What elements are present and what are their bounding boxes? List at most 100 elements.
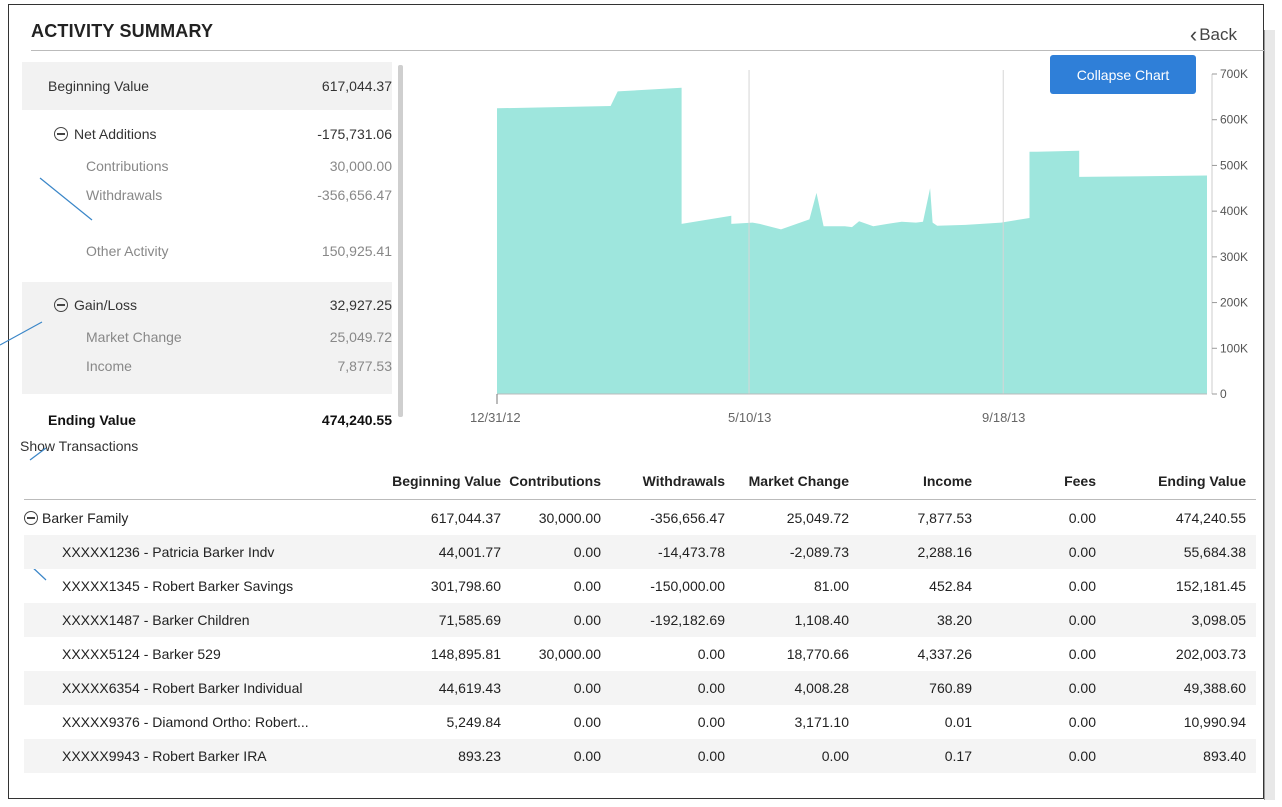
table-cell: 474,240.55	[1175, 510, 1246, 526]
account-name: XXXXX5124 - Barker 529	[62, 646, 221, 662]
table-cell: 0.00	[573, 578, 601, 594]
account-name: XXXXX9376 - Diamond Ortho: Robert...	[62, 714, 309, 730]
table-cell: -2,089.73	[789, 544, 849, 560]
account-name-text: XXXXX9376 - Diamond Ortho: Robert...	[62, 714, 309, 730]
table-cell: 10,990.94	[1183, 714, 1246, 730]
table-cell: 152,181.45	[1175, 578, 1246, 594]
table-cell: 4,337.26	[917, 646, 973, 662]
account-name-text: Barker Family	[42, 510, 129, 526]
table-group-row[interactable]: Barker Family 617,044.37 30,000.00 -356,656…	[24, 501, 1256, 535]
table-cell: 30,000.00	[538, 646, 601, 662]
header-beginning-value: Beginning Value	[392, 473, 501, 489]
table-cell: -14,473.78	[658, 544, 725, 560]
table-cell: 148,895.81	[430, 646, 501, 662]
table-cell: 0.00	[573, 748, 601, 764]
y-tick-label: 0	[1220, 387, 1227, 401]
table-cell: 0.00	[1068, 578, 1096, 594]
table-cell: 2,288.16	[917, 544, 973, 560]
table-cell: 0.01	[944, 714, 972, 730]
table-row[interactable]: XXXXX1345 - Robert Barker Savings 301,798…	[24, 569, 1256, 603]
y-tick-label: 400K	[1220, 204, 1248, 218]
chart-area	[497, 87, 1207, 394]
table-cell: 0.00	[1068, 544, 1096, 560]
table-cell: 893.40	[1203, 748, 1246, 764]
table-cell: 0.00	[1068, 646, 1096, 662]
table-cell: 71,585.69	[438, 612, 501, 628]
table-cell: 0.00	[1068, 714, 1096, 730]
y-tick-label: 700K	[1220, 67, 1248, 81]
account-name-text: XXXXX1345 - Robert Barker Savings	[62, 578, 294, 594]
header-market-change: Market Change	[748, 473, 849, 489]
table-cell: 0.00	[573, 612, 601, 628]
table-cell: 301,798.60	[430, 578, 501, 594]
table-cell: 0.00	[573, 544, 601, 560]
table-cell: 55,684.38	[1183, 544, 1246, 560]
y-tick-label: 600K	[1220, 113, 1248, 127]
table-cell: 5,249.84	[446, 714, 502, 730]
table-cell: 25,049.72	[786, 510, 849, 526]
y-tick-label: 300K	[1220, 250, 1248, 264]
table-cell: 1,108.40	[794, 612, 850, 628]
table-cell: 49,388.60	[1183, 680, 1246, 696]
account-name-text: XXXXX9943 - Robert Barker IRA	[62, 748, 267, 764]
account-name: XXXXX6354 - Robert Barker Individual	[62, 680, 302, 696]
table-row[interactable]: XXXXX1487 - Barker Children 71,585.69 0.00…	[24, 603, 1256, 637]
collapse-icon[interactable]	[24, 511, 38, 525]
y-tick-label: 500K	[1220, 158, 1248, 172]
account-name: XXXXX9943 - Robert Barker IRA	[62, 748, 267, 764]
table-cell: 0.00	[1068, 680, 1096, 696]
table-row[interactable]: XXXXX6354 - Robert Barker Individual 44,6…	[24, 671, 1256, 705]
y-tick-label: 200K	[1220, 296, 1248, 310]
table-cell: 0.00	[697, 748, 725, 764]
account-name: XXXXX1487 - Barker Children	[62, 612, 250, 628]
table-row[interactable]: XXXXX5124 - Barker 529 148,895.81 30,000.0…	[24, 637, 1256, 671]
table-cell: 3,171.10	[794, 714, 850, 730]
table-cell: 0.00	[573, 714, 601, 730]
table-cell: 44,001.77	[438, 544, 501, 560]
x-tick-label: 9/18/13	[982, 410, 1025, 425]
table-cell: 760.89	[929, 680, 972, 696]
table-cell: 0.00	[697, 646, 725, 662]
account-name-text: XXXXX1236 - Patricia Barker Indv	[62, 544, 275, 560]
table-cell: 0.00	[697, 714, 725, 730]
table-cell: 44,619.43	[438, 680, 501, 696]
account-name-text: XXXXX1487 - Barker Children	[62, 612, 250, 628]
table-cell: -150,000.00	[650, 578, 725, 594]
x-tick-label: 5/10/13	[728, 410, 771, 425]
table-cell: 0.00	[573, 680, 601, 696]
table-row[interactable]: XXXXX9943 - Robert Barker IRA 893.23 0.00 0…	[24, 739, 1256, 773]
table-cell: 81.00	[813, 578, 849, 594]
table-row[interactable]: XXXXX1236 - Patricia Barker Indv 44,001.7…	[24, 535, 1256, 569]
account-name: XXXXX1345 - Robert Barker Savings	[62, 578, 293, 594]
y-tick-label: 100K	[1220, 341, 1248, 355]
table-cell: 38.20	[936, 612, 972, 628]
account-name[interactable]: Barker Family	[24, 510, 128, 526]
table-cell: 18,770.66	[786, 646, 849, 662]
table-cell: 0.17	[944, 748, 972, 764]
header-income: Income	[922, 473, 972, 489]
header-fees: Fees	[1064, 473, 1096, 489]
table-cell: 0.00	[1068, 612, 1096, 628]
table-cell: 893.23	[458, 748, 501, 764]
table-cell: 30,000.00	[538, 510, 601, 526]
table-cell: 0.00	[697, 680, 725, 696]
account-name: XXXXX1236 - Patricia Barker Indv	[62, 544, 274, 560]
x-tick-label: 12/31/12	[470, 410, 521, 425]
table-cell: -192,182.69	[650, 612, 725, 628]
table-row[interactable]: XXXXX9376 - Diamond Ortho: Robert... 5,24…	[24, 705, 1256, 739]
table-cell: 202,003.73	[1175, 646, 1246, 662]
header-withdrawals: Withdrawals	[642, 473, 725, 489]
table-cell: 617,044.37	[430, 510, 501, 526]
table-cell: -356,656.47	[650, 510, 725, 526]
account-name-text: XXXXX6354 - Robert Barker Individual	[62, 680, 303, 696]
table-cell: 0.00	[1068, 748, 1096, 764]
header-contributions: Contributions	[509, 473, 601, 489]
table-cell: 0.00	[821, 748, 849, 764]
table-cell: 452.84	[929, 578, 972, 594]
table-cell: 4,008.28	[794, 680, 850, 696]
table-cell: 0.00	[1068, 510, 1096, 526]
table-cell: 3,098.05	[1191, 612, 1247, 628]
collapse-chart-button[interactable]: Collapse Chart	[1050, 55, 1196, 94]
account-name-text: XXXXX5124 - Barker 529	[62, 646, 221, 662]
table-header: Beginning Value Contributions Withdrawal…	[24, 463, 1256, 500]
